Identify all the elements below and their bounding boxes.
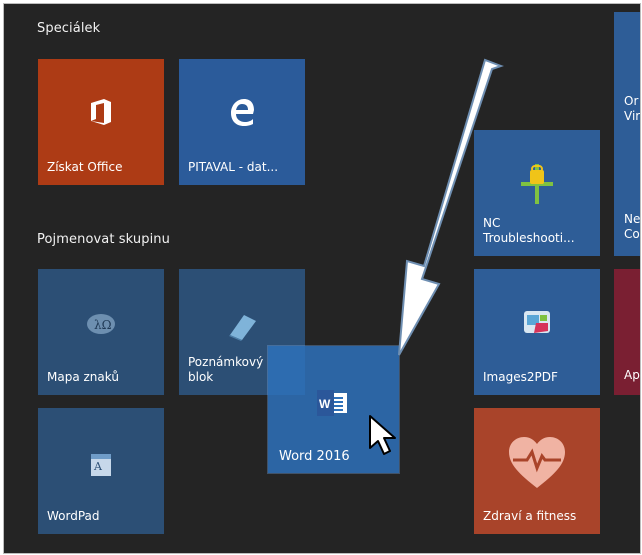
annotation-arrow (398, 58, 504, 356)
start-menu-panel: Speciálek Pojmenovat skupinu Získat Offi… (3, 3, 641, 554)
mouse-cursor-icon (369, 415, 396, 455)
